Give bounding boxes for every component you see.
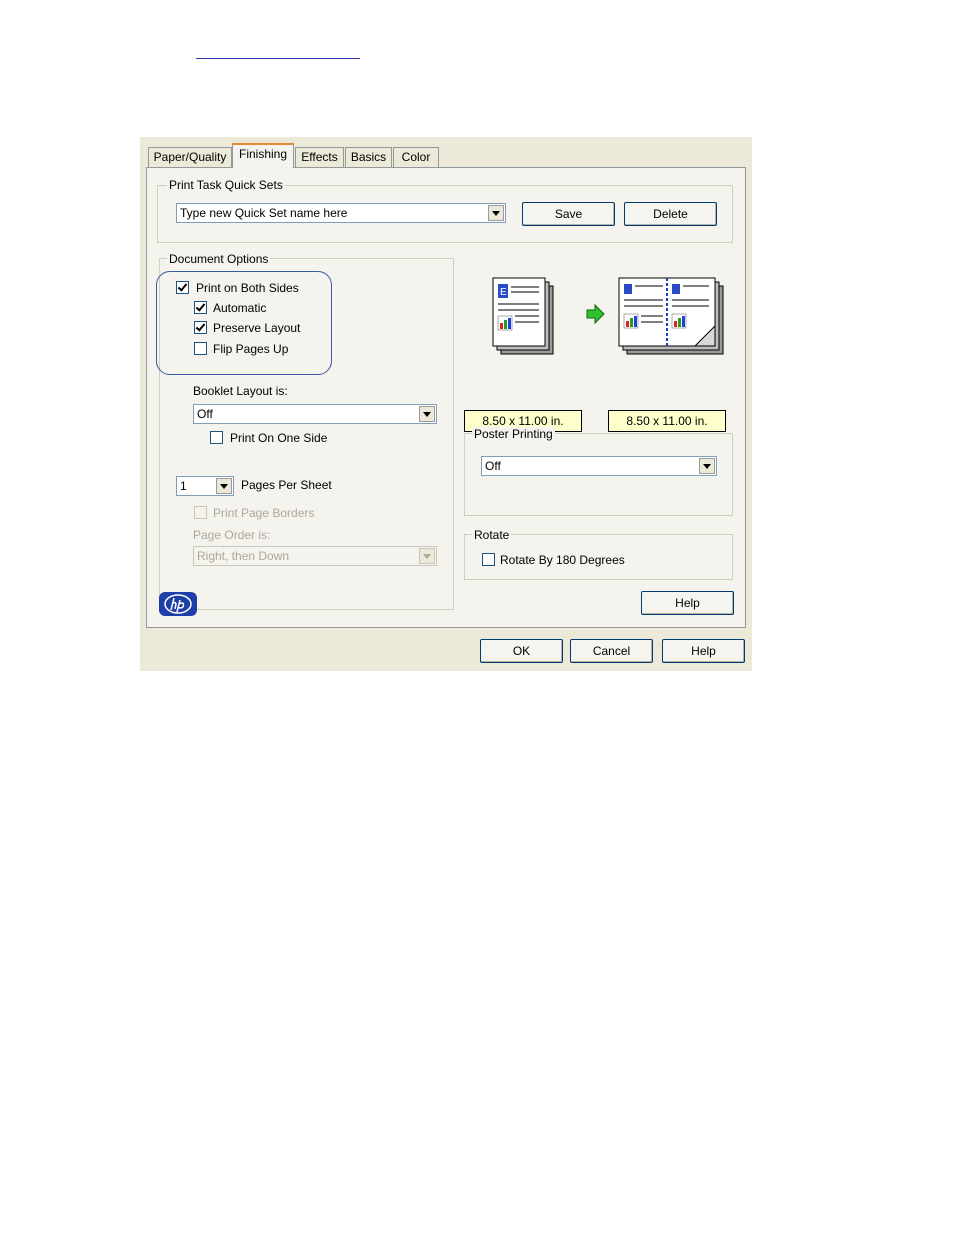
tab-basics[interactable]: Basics bbox=[345, 147, 392, 167]
hp-logo-icon bbox=[164, 594, 192, 614]
chevron-down-icon[interactable] bbox=[216, 478, 232, 494]
chevron-down-icon[interactable] bbox=[419, 406, 435, 422]
tab-finishing[interactable]: Finishing bbox=[232, 143, 294, 168]
print-both-sides-checkbox[interactable] bbox=[176, 281, 189, 294]
print-both-sides-label: Print on Both Sides bbox=[196, 281, 299, 295]
chevron-down-icon[interactable] bbox=[699, 458, 715, 474]
poster-printing-combo[interactable]: Off bbox=[481, 456, 717, 476]
chevron-down-icon[interactable] bbox=[488, 205, 504, 221]
tab-paper-quality[interactable]: Paper/Quality bbox=[148, 147, 232, 167]
print-page-borders-label: Print Page Borders bbox=[213, 506, 315, 520]
duplex-preview-illustration: E bbox=[492, 277, 724, 355]
delete-button[interactable]: Delete bbox=[624, 202, 717, 226]
top-link-underline[interactable] bbox=[196, 58, 360, 59]
svg-text:E: E bbox=[500, 287, 507, 298]
booklet-layout-combo[interactable]: Off bbox=[193, 404, 437, 424]
panel-help-button[interactable]: Help bbox=[641, 591, 734, 615]
booklet-document-icon bbox=[618, 277, 724, 355]
quick-sets-label: Print Task Quick Sets bbox=[167, 178, 285, 192]
tab-effects[interactable]: Effects bbox=[295, 147, 344, 167]
automatic-label: Automatic bbox=[213, 301, 267, 315]
preserve-layout-checkbox[interactable] bbox=[194, 321, 207, 334]
rotate-label: Rotate bbox=[472, 528, 512, 542]
pages-per-sheet-label: Pages Per Sheet bbox=[241, 478, 332, 492]
page-order-value: Right, then Down bbox=[197, 549, 290, 563]
help-button[interactable]: Help bbox=[662, 639, 745, 663]
page-order-label: Page Order is: bbox=[193, 528, 271, 542]
flip-pages-up-label: Flip Pages Up bbox=[213, 342, 289, 356]
automatic-checkbox[interactable] bbox=[194, 301, 207, 314]
hp-logo bbox=[159, 592, 197, 616]
booklet-layout-label: Booklet Layout is: bbox=[193, 384, 288, 398]
ok-button[interactable]: OK bbox=[480, 639, 563, 663]
quick-set-combo[interactable]: Type new Quick Set name here bbox=[176, 203, 506, 223]
finishing-panel: Print Task Quick Sets Type new Quick Set… bbox=[146, 167, 746, 628]
page-order-combo[interactable]: Right, then Down bbox=[193, 546, 437, 566]
printer-properties-dialog: Paper/Quality Finishing Effects Basics C… bbox=[140, 137, 752, 671]
booklet-layout-value: Off bbox=[197, 407, 213, 421]
document-options-label: Document Options bbox=[167, 252, 271, 266]
print-one-side-checkbox[interactable] bbox=[210, 431, 223, 444]
save-button[interactable]: Save bbox=[522, 202, 615, 226]
poster-printing-label: Poster Printing bbox=[472, 427, 555, 441]
tab-color[interactable]: Color bbox=[393, 147, 439, 167]
output-size-label: 8.50 x 11.00 in. bbox=[608, 410, 726, 432]
single-document-icon: E bbox=[492, 277, 554, 355]
quick-set-value: Type new Quick Set name here bbox=[180, 206, 348, 220]
chevron-down-icon[interactable] bbox=[419, 548, 435, 564]
poster-printing-value: Off bbox=[485, 459, 501, 473]
flip-pages-up-checkbox[interactable] bbox=[194, 342, 207, 355]
rotate-180-checkbox[interactable] bbox=[482, 553, 495, 566]
pages-per-sheet-value: 1 bbox=[180, 479, 187, 493]
preserve-layout-label: Preserve Layout bbox=[213, 321, 301, 335]
arrow-right-icon bbox=[586, 303, 605, 325]
print-page-borders-checkbox[interactable] bbox=[194, 506, 207, 519]
cancel-button[interactable]: Cancel bbox=[570, 639, 653, 663]
rotate-180-label: Rotate By 180 Degrees bbox=[500, 553, 625, 567]
pages-per-sheet-combo[interactable]: 1 bbox=[176, 476, 234, 496]
print-one-side-label: Print On One Side bbox=[230, 431, 328, 445]
